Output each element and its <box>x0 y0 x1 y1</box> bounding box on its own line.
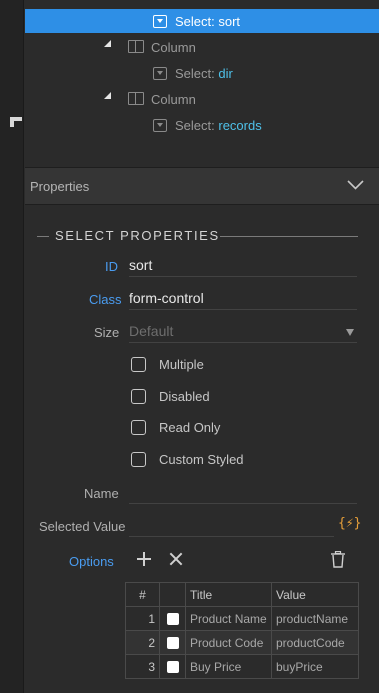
row-number: 3 <box>125 654 160 679</box>
properties-title: Properties <box>30 179 90 194</box>
dropdown-arrow-icon <box>346 329 354 336</box>
column-icon <box>128 40 144 53</box>
tree-item-label: Select: dir <box>175 65 233 81</box>
selected-value-field[interactable] <box>129 515 334 537</box>
row-title[interactable]: Buy Price <box>185 654 272 679</box>
table-row[interactable]: 1 Product Name productName <box>125 606 359 631</box>
tree-item-column[interactable]: Column <box>25 35 379 59</box>
size-label: Size <box>94 325 120 340</box>
column-icon <box>128 92 144 105</box>
custom-styled-checkbox[interactable]: Custom Styled <box>131 450 244 468</box>
class-label: Class <box>89 292 122 307</box>
name-field[interactable] <box>129 482 357 504</box>
multiple-checkbox[interactable]: Multiple <box>131 355 204 373</box>
resize-handle[interactable] <box>10 117 22 127</box>
row-checkbox[interactable] <box>159 654 186 679</box>
id-field[interactable]: sort <box>129 255 357 277</box>
table-row[interactable]: 2 Product Code productCode <box>125 630 359 655</box>
tree-item-label: Select: sort <box>175 13 241 29</box>
row-value[interactable]: buyPrice <box>271 654 359 679</box>
tree-item-column[interactable]: Column <box>25 87 379 111</box>
section-heading: SELECT PROPERTIES <box>25 228 379 244</box>
options-table: # Title Value 1 Product Name productName… <box>125 582 359 679</box>
id-label: ID <box>105 259 118 274</box>
row-value[interactable]: productCode <box>271 630 359 655</box>
structure-tree: Select: sort Column Select: dir Column S… <box>25 0 379 166</box>
checkbox[interactable] <box>131 356 146 372</box>
selected-value-label: Selected Value <box>39 519 126 534</box>
expand-triangle-icon[interactable] <box>104 40 111 47</box>
properties-panel-header[interactable]: Properties <box>25 167 379 205</box>
row-title[interactable]: Product Code <box>185 630 272 655</box>
col-check-header <box>159 582 186 607</box>
col-num-header: # <box>125 582 160 607</box>
select-element-icon <box>153 119 167 132</box>
tree-item-label: Column <box>151 39 196 55</box>
expand-triangle-icon[interactable] <box>104 92 111 99</box>
row-value[interactable]: productName <box>271 606 359 631</box>
name-label: Name <box>84 486 119 501</box>
size-select[interactable]: Default <box>129 321 357 343</box>
tree-item-label: Column <box>151 91 196 107</box>
class-field[interactable]: form-control <box>129 288 357 310</box>
row-title[interactable]: Product Name <box>185 606 272 631</box>
table-row[interactable]: 3 Buy Price buyPrice <box>125 654 359 679</box>
select-element-icon <box>153 67 167 80</box>
checkbox[interactable] <box>131 419 146 435</box>
col-value-header: Value <box>271 582 359 607</box>
tree-item-select-records[interactable]: Select: records <box>25 113 379 137</box>
left-gutter <box>0 0 24 693</box>
options-table-header: # Title Value <box>125 582 359 607</box>
row-checkbox[interactable] <box>159 630 186 655</box>
options-label: Options <box>69 554 114 569</box>
tree-item-label: Select: records <box>175 117 262 133</box>
chevron-down-icon[interactable] <box>347 180 364 190</box>
tree-item-select-dir[interactable]: Select: dir <box>25 61 379 85</box>
size-select-value: Default <box>129 323 174 339</box>
disabled-checkbox[interactable]: Disabled <box>131 387 210 405</box>
options-toolbar: Options <box>25 548 379 576</box>
row-number: 2 <box>125 630 160 655</box>
checkbox[interactable] <box>131 388 146 404</box>
read-only-checkbox[interactable]: Read Only <box>131 418 220 436</box>
trash-icon[interactable] <box>331 551 345 568</box>
remove-option-icon[interactable] <box>169 552 183 566</box>
select-element-icon <box>153 14 167 28</box>
tree-item-select-sort[interactable]: Select: sort <box>25 9 379 33</box>
checkbox[interactable] <box>131 451 146 467</box>
row-checkbox[interactable] <box>159 606 186 631</box>
dynamic-data-icon[interactable]: {⚡} <box>338 516 361 531</box>
add-option-icon[interactable] <box>137 552 151 566</box>
row-number: 1 <box>125 606 160 631</box>
col-title-header: Title <box>185 582 272 607</box>
